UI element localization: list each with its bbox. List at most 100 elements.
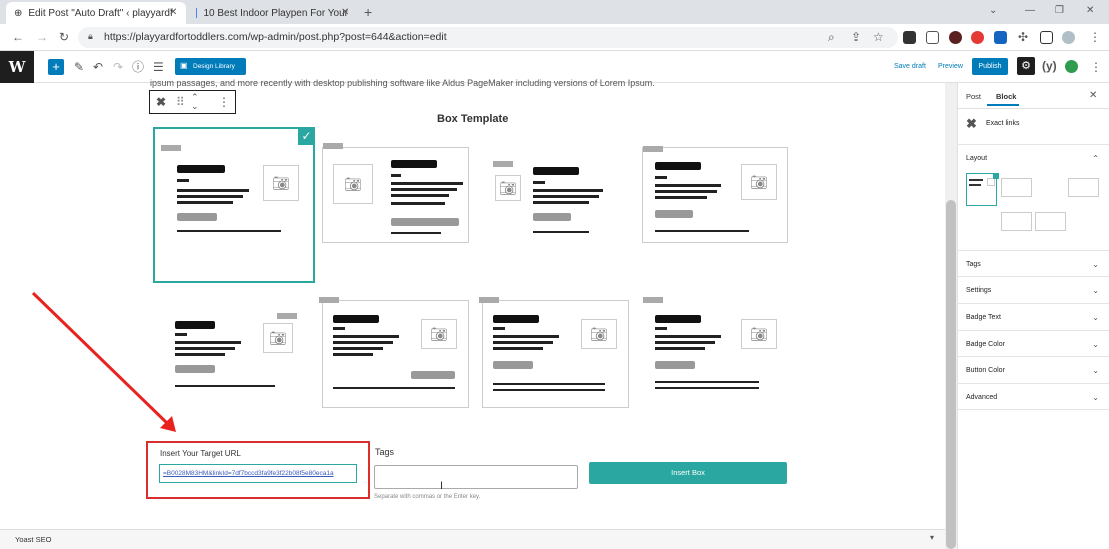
sidebar-section-layout[interactable]: Layout ⌃ [957, 144, 1109, 171]
design-library-button[interactable]: ▣ Design Library [175, 58, 246, 75]
wordpress-favicon-icon: ⊕ [14, 7, 23, 19]
options-menu-icon[interactable]: ⋮ [1090, 61, 1102, 73]
section-label: Tags [966, 261, 981, 268]
share-icon[interactable]: ⇪ [851, 31, 861, 43]
block-type-icon: ✖ [966, 116, 977, 131]
extension-icon[interactable] [903, 31, 916, 44]
block-options-icon[interactable]: ⋮ [218, 96, 230, 108]
block-type-icon[interactable]: ✖ [156, 96, 166, 108]
sidebar-section-button-color[interactable]: Button Color ⌄ [957, 356, 1109, 383]
template-card-5[interactable]: 📷︎ [162, 304, 306, 406]
maximize-icon[interactable]: ❐ [1055, 5, 1064, 16]
extension-icon[interactable] [971, 31, 984, 44]
add-block-button[interactable]: + [48, 59, 64, 75]
price-bar [177, 213, 217, 221]
template-card-6[interactable]: 📷︎ [319, 297, 469, 408]
close-sidebar-icon[interactable]: ✕ [1089, 91, 1097, 101]
camera-placeholder-icon: 📷︎ [581, 319, 617, 349]
layout-option[interactable] [1001, 178, 1032, 197]
selected-check-icon: ✓ [298, 128, 315, 145]
template-card-1[interactable]: 📷︎ [153, 127, 315, 283]
editor-canvas [0, 83, 945, 529]
yoast-seo-panel[interactable]: Yoast SEO ▾ [0, 529, 945, 549]
url-field[interactable]: 🔒︎ https://playyardfortoddlers.com/wp-ad… [78, 27, 898, 48]
sidebar-section-advanced[interactable]: Advanced ⌄ [957, 383, 1109, 410]
browser-tab-playpen[interactable]: 10 Best Indoor Playpen For Your [188, 2, 356, 24]
tools-pencil-icon[interactable]: ✎ [74, 61, 84, 73]
layout-option[interactable] [967, 212, 998, 231]
template-card-2[interactable]: 📷︎ [322, 143, 469, 243]
template-card-8[interactable]: 📷︎ [642, 297, 788, 408]
collapse-arrow-icon[interactable]: ▾ [930, 534, 934, 542]
settings-gear-icon[interactable]: ⚙ [1017, 57, 1035, 75]
layout-option[interactable] [1035, 212, 1066, 231]
tab-title: Edit Post "Auto Draft" ‹ playyardf [28, 7, 173, 19]
sidebar-section-tags[interactable]: Tags ⌄ [957, 250, 1109, 277]
chevron-up-icon: ⌃ [1092, 154, 1099, 163]
back-icon[interactable]: ← [12, 31, 24, 43]
save-draft-button[interactable]: Save draft [894, 63, 926, 70]
insert-box-button[interactable]: Insert Box [589, 462, 787, 484]
publish-button[interactable]: Publish [972, 58, 1008, 75]
details-info-icon[interactable]: ⓘ [132, 61, 144, 73]
sidebar-panel-icon[interactable] [1040, 31, 1053, 44]
move-down-icon[interactable]: ⌄ [191, 102, 199, 111]
section-label: Button Color [966, 367, 1005, 374]
chevron-down-icon: ⌄ [1092, 340, 1099, 349]
paragraph-text: ipsum passages, and more recently with d… [150, 78, 655, 88]
docs-favicon-icon [196, 8, 198, 18]
wordpress-logo-icon[interactable]: W [0, 51, 34, 83]
yoast-icon[interactable]: (y) [1042, 60, 1057, 72]
extension-icon[interactable] [994, 31, 1007, 44]
extension-icon[interactable] [949, 31, 962, 44]
template-card-4[interactable]: 📷︎ [642, 146, 788, 243]
layout-option[interactable] [1035, 178, 1066, 197]
preview-button[interactable]: Preview [938, 63, 963, 70]
list-view-icon[interactable]: ☰ [153, 61, 164, 73]
camera-placeholder-icon: 📷︎ [741, 319, 777, 349]
template-card-7[interactable]: 📷︎ [479, 297, 629, 408]
tab-post[interactable]: Post [966, 92, 981, 101]
tab-title: 10 Best Indoor Playpen For Your [203, 7, 348, 19]
minimize-icon[interactable]: — [1025, 5, 1035, 16]
bookmark-star-icon[interactable]: ☆ [873, 31, 884, 43]
text-cursor-icon: I [440, 480, 444, 492]
browser-menu-icon[interactable]: ⋮ [1089, 31, 1101, 43]
camera-placeholder-icon: 📷︎ [263, 165, 299, 201]
sidebar-section-badge-text[interactable]: Badge Text ⌄ [957, 303, 1109, 330]
sidebar-section-badge-color[interactable]: Badge Color ⌄ [957, 330, 1109, 357]
zoom-icon[interactable]: ⌕ [828, 31, 835, 43]
template-card-3[interactable]: 📷︎ [482, 146, 630, 242]
camera-placeholder-icon: 📷︎ [495, 175, 521, 201]
browser-tab-bar: ⊕ Edit Post "Auto Draft" ‹ playyardf ✕ 1… [0, 0, 1109, 24]
redo-icon[interactable]: ↷ [113, 61, 123, 73]
tags-input[interactable] [374, 465, 578, 489]
extension-icon[interactable] [926, 31, 939, 44]
title-bar [177, 165, 225, 173]
tab-block[interactable]: Block [996, 92, 1016, 101]
layout-option[interactable] [1068, 212, 1099, 231]
drag-handle-icon[interactable]: ⠿ [176, 96, 185, 108]
box-template-title: Box Template [437, 113, 509, 125]
close-window-icon[interactable]: ✕ [1086, 5, 1094, 16]
layout-option[interactable] [1068, 178, 1099, 197]
browser-tab-edit-post[interactable]: ⊕ Edit Post "Auto Draft" ‹ playyardf [6, 2, 186, 24]
reload-icon[interactable]: ↻ [59, 31, 69, 43]
chevron-down-icon: ⌄ [1092, 313, 1099, 322]
close-tab-icon[interactable]: ✕ [169, 7, 177, 18]
section-label: Layout [966, 155, 988, 162]
target-url-input[interactable]: =B0028M83HM&linkId=7df7bccd3fa9fe3f22b08… [159, 464, 357, 483]
jetpack-icon[interactable] [1065, 60, 1078, 73]
avatar[interactable] [1062, 31, 1075, 44]
extensions-puzzle-icon[interactable]: ✣ [1018, 31, 1028, 43]
chevron-down-icon: ⌄ [1092, 366, 1099, 375]
tab-search-icon[interactable]: ⌄ [989, 5, 997, 16]
undo-icon[interactable]: ↶ [93, 61, 103, 73]
scrollbar-thumb[interactable] [946, 200, 956, 549]
lock-icon: 🔒︎ [88, 31, 93, 41]
sidebar-section-settings[interactable]: Settings ⌄ [957, 276, 1109, 303]
new-tab-button[interactable]: + [364, 4, 372, 20]
forward-icon[interactable]: → [36, 31, 48, 43]
layout-option[interactable] [1001, 212, 1032, 231]
close-tab-icon[interactable]: ✕ [341, 7, 349, 18]
